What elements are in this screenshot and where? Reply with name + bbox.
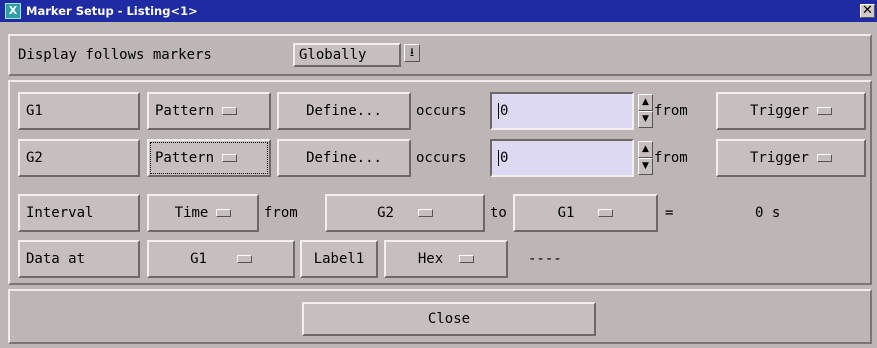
interval-to-dropdown[interactable]: G1 [513,194,658,232]
g1-occurs-spinner[interactable]: ▲ ▼ [638,94,653,128]
g2-occurs-label: occurs [416,150,467,166]
g2-occurs-value: 0 [500,150,509,166]
data-at-label-button[interactable]: Label1 [300,240,378,278]
interval-equals: = [665,205,674,221]
window-title: Marker Setup - Listing<1> [26,4,198,18]
g1-occurs-label: occurs [416,103,467,119]
menu-indicator-icon [598,209,614,217]
g1-from-dropdown[interactable]: Trigger [716,92,866,130]
g1-from-label: from [654,103,688,119]
g1-label: G1 [26,103,43,119]
spin-up-icon[interactable]: ▲ [638,94,653,111]
g2-mode-dropdown[interactable]: Pattern [147,139,271,177]
app-icon: X [5,3,21,19]
g1-button[interactable]: G1 [18,92,140,130]
g1-occurs-value: 0 [500,103,509,119]
menu-indicator-icon [417,209,433,217]
data-at-base-value: Hex [417,251,444,267]
g1-define-label: Define... [306,103,382,119]
display-follows-value: Globally [299,47,367,63]
data-at-button[interactable]: Data at [18,240,140,278]
spin-down-icon[interactable]: ▼ [638,158,653,175]
menu-indicator-icon [817,107,832,115]
g1-mode-value: Pattern [155,103,215,119]
interval-result: 0 s [755,205,781,221]
data-at-value: ---- [528,251,562,267]
menu-indicator-icon [216,209,232,217]
chevron-down-icon[interactable]: ⭳ [402,44,420,62]
spin-down-icon[interactable]: ▼ [638,111,653,128]
interval-from-value: G2 [377,205,394,221]
menu-indicator-icon [236,255,252,263]
text-cursor-icon [498,150,499,166]
data-at-label-value: Label1 [313,251,365,267]
data-at-base-dropdown[interactable]: Hex [384,240,508,278]
g2-occurs-spinner[interactable]: ▲ ▼ [638,141,653,175]
g2-mode-value: Pattern [155,150,215,166]
g2-define-label: Define... [306,150,382,166]
interval-mode-dropdown[interactable]: Time [147,194,259,232]
g1-define-button[interactable]: Define... [277,92,411,130]
menu-indicator-icon [459,255,475,263]
g1-mode-dropdown[interactable]: Pattern [147,92,271,130]
data-at-label: Data at [26,251,86,267]
interval-from-dropdown[interactable]: G2 [325,194,485,232]
menu-indicator-icon [222,154,238,162]
interval-label: Interval [26,205,94,221]
g2-define-button[interactable]: Define... [277,139,411,177]
interval-mode-value: Time [174,205,209,221]
g2-label: G2 [26,150,43,166]
menu-indicator-icon [222,107,238,115]
g1-occurs-input[interactable]: 0 [490,92,634,130]
g2-occurs-input[interactable]: 0 [490,139,634,177]
interval-to-value: G1 [557,205,575,221]
g2-button[interactable]: G2 [18,139,140,177]
g1-from-value: Trigger [749,103,809,119]
display-follows-dropdown[interactable]: Globally [293,43,401,67]
g2-from-label: from [654,150,688,166]
interval-to-label: to [490,205,507,221]
title-bar: X Marker Setup - Listing<1> [0,0,877,22]
close-button[interactable]: Close [302,302,596,336]
menu-indicator-icon [817,154,832,162]
g2-from-value: Trigger [749,150,809,166]
interval-from-label: from [264,205,298,221]
g2-from-dropdown[interactable]: Trigger [716,139,866,177]
spin-up-icon[interactable]: ▲ [638,141,653,158]
interval-button[interactable]: Interval [18,194,140,232]
data-at-marker-value: G1 [190,251,207,267]
close-icon[interactable]: ✕ [860,4,875,18]
close-button-label: Close [427,311,471,327]
data-at-marker-dropdown[interactable]: G1 [147,240,295,278]
text-cursor-icon [498,103,499,119]
display-follows-label: Display follows markers [18,47,212,63]
